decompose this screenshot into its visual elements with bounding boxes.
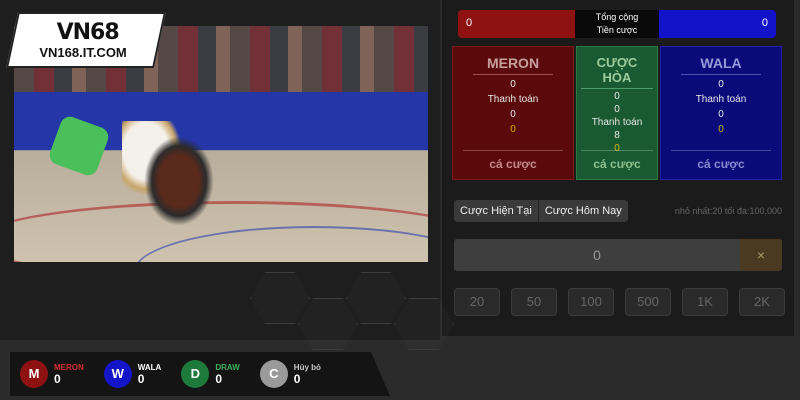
draw-payout-label: Thanh toán [591,117,643,128]
stat-draw: D DRAW 0 [181,360,240,388]
logo-top-text: VN68 [56,20,119,45]
chip-button[interactable]: 100 [568,288,614,316]
cancelled-badge: C [259,360,288,388]
meron-gold-value: 0 [510,124,516,135]
wala-total: 0 [659,10,776,38]
rooster-dark [144,136,214,226]
bet-amount-field[interactable]: 0 × [454,239,782,271]
chip-selector: 20 50 100 500 1K 2K [454,288,785,316]
stat-cancelled: C Hủy bỏ 0 [259,360,321,388]
tab-current-bets[interactable]: Cược Hiện Tại [454,200,538,222]
bet-amount-value: 0 [593,247,601,263]
betting-panel: 0 Tổng cộng Tiền cược 0 MERON 0 Thanh to… [442,0,794,336]
wala-title: WALA [681,55,761,75]
stat-wala-count: 0 [137,371,145,386]
brand-logo: VN68 VN168.IT.COM [6,12,166,68]
chip-button[interactable]: 20 [454,288,500,316]
draw-payout-value: 8 [614,130,620,141]
wala-board[interactable]: WALA 0 Thanh toán 0 0 cá cược [660,46,782,180]
wala-bet-button[interactable]: cá cược [671,150,771,171]
wala-payout-label: Thanh toán [695,94,747,105]
chip-button[interactable]: 50 [511,288,557,316]
total-label: Tổng cộng Tiền cược [575,10,659,38]
draw-bet-button[interactable]: cá cược [581,150,653,171]
draw-value-2: 0 [614,104,620,115]
meron-total: 0 [458,10,575,38]
clear-amount-button[interactable]: × [740,239,782,271]
chip-button[interactable]: 2K [739,288,785,316]
close-icon: × [756,247,766,263]
chip-button[interactable]: 1K [682,288,728,316]
wala-payout-value: 0 [718,109,724,120]
stat-draw-label: DRAW [215,362,240,372]
meron-bet-amount: 0 [510,79,516,90]
bet-limits: nhỏ nhất:20 tối đa:100,000 [674,206,782,216]
meron-title: MERON [473,55,553,75]
stat-wala: W WALA 0 [103,360,162,388]
meron-payout-value: 0 [510,109,516,120]
wala-bet-amount: 0 [718,79,724,90]
logo-bottom-text: VN168.IT.COM [39,45,128,60]
result-stats-bar: M MERON 0 W WALA 0 D DRAW 0 C Hủy bỏ 0 [10,352,390,396]
wala-gold-value: 0 [718,124,724,135]
total-label-line1: Tổng cộng [595,12,639,22]
stat-draw-count: 0 [215,371,223,386]
wala-badge: W [103,360,132,388]
stat-wala-label: WALA [137,362,162,372]
tab-today-bets[interactable]: Cược Hôm Nay [537,200,628,222]
totals-bar: 0 Tổng cộng Tiền cược 0 [458,10,776,38]
meron-bet-button[interactable]: cá cược [463,150,563,171]
stat-meron: M MERON 0 [20,360,84,388]
meron-board[interactable]: MERON 0 Thanh toán 0 0 cá cược [452,46,574,180]
bet-boards: MERON 0 Thanh toán 0 0 cá cược CƯỢC HÒA … [452,46,782,180]
meron-payout-label: Thanh toán [487,94,539,105]
stat-cancelled-label: Hủy bỏ [293,362,321,372]
draw-title: CƯỢC HÒA [581,55,653,89]
stat-meron-count: 0 [54,371,61,386]
meron-badge: M [20,360,48,388]
chip-button[interactable]: 500 [625,288,671,316]
total-label-line2: Tiền cược [596,25,638,35]
draw-badge: D [181,360,210,388]
draw-value-1: 0 [614,91,620,102]
draw-board[interactable]: CƯỢC HÒA 0 0 Thanh toán 8 0 cá cược [576,46,658,180]
bet-history-tabs: Cược Hiện Tại Cược Hôm Nay [454,200,628,222]
stat-meron-label: MERON [54,362,84,372]
stat-cancelled-count: 0 [293,371,301,386]
